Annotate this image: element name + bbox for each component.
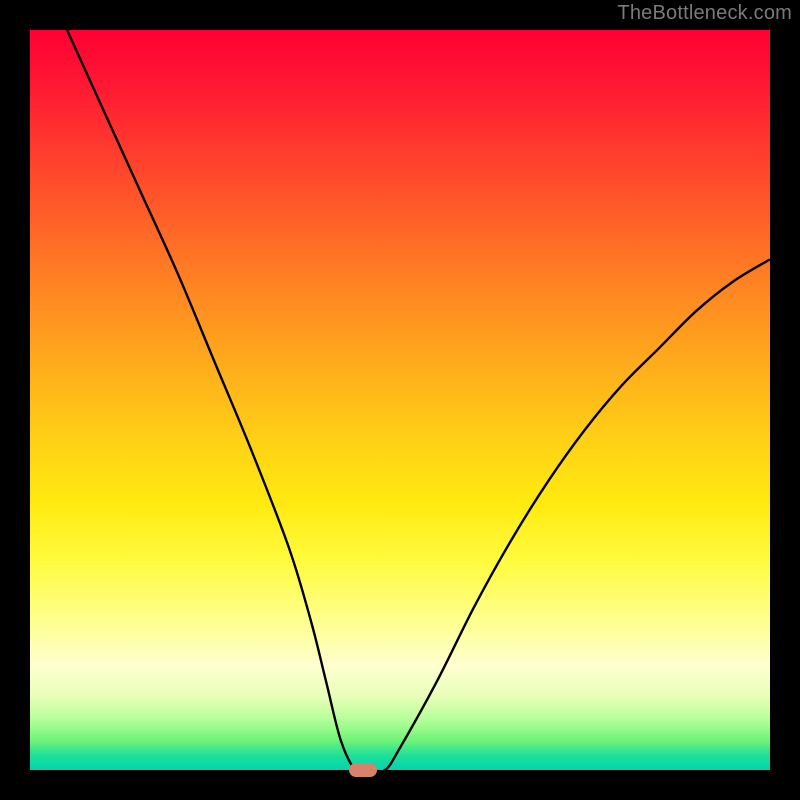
dip-marker <box>349 763 377 777</box>
plot-area <box>30 30 770 770</box>
chart-stage: TheBottleneck.com <box>0 0 800 800</box>
curve-svg <box>30 30 770 770</box>
watermark-text: TheBottleneck.com <box>617 2 792 25</box>
bottleneck-curve <box>67 30 770 770</box>
